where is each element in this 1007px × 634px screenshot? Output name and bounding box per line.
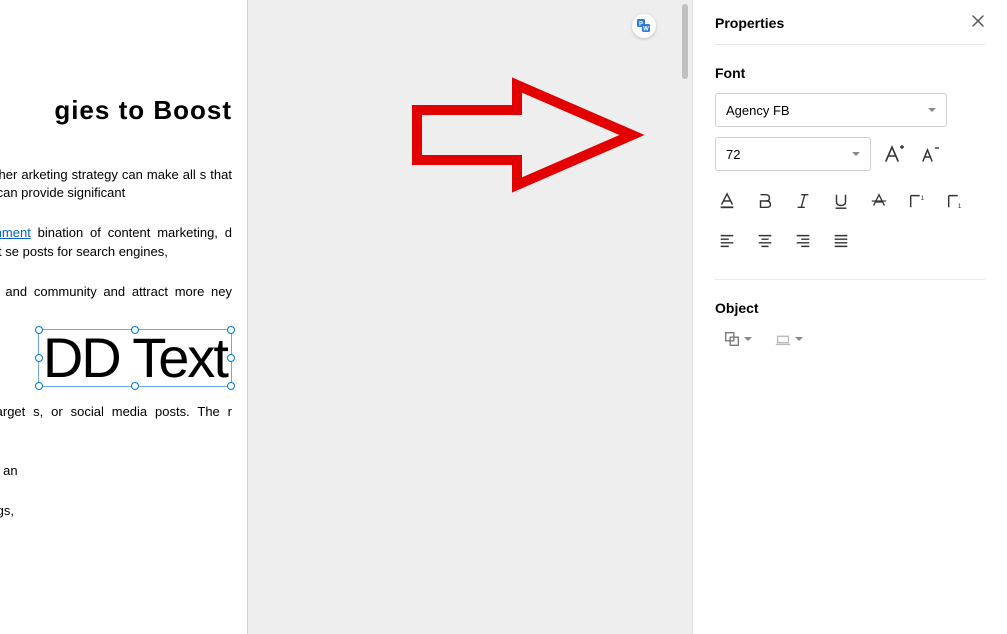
divider: [715, 279, 985, 280]
doc-paragraph: cts and engages your target s, or social…: [0, 403, 232, 439]
document-content: gies to Boost essential for growth. Whet…: [0, 0, 247, 542]
resize-handle-icon[interactable]: [131, 326, 139, 334]
svg-text:W: W: [643, 27, 649, 33]
resize-handle-icon[interactable]: [131, 382, 139, 390]
resize-handle-icon[interactable]: [35, 382, 43, 390]
decrease-font-button[interactable]: [919, 142, 943, 166]
app-badge-icon[interactable]: P W: [632, 14, 656, 38]
superscript-button[interactable]: 1: [905, 189, 929, 213]
resize-handle-icon[interactable]: [35, 326, 43, 334]
chevron-down-icon: [744, 337, 752, 341]
annotation-text[interactable]: DD Text: [43, 326, 227, 389]
canvas-background: P W: [247, 0, 692, 634]
doc-paragraph: dia, sharing their content and community…: [0, 283, 232, 319]
font-section-label: Font: [715, 65, 985, 81]
increase-font-button[interactable]: [883, 142, 907, 166]
chevron-down-icon: [852, 152, 860, 156]
svg-text:1: 1: [921, 195, 925, 202]
subscript-button[interactable]: 1: [943, 189, 967, 213]
doc-paragraph: your search engine rankings,: [0, 502, 232, 520]
align-right-button[interactable]: [791, 229, 815, 253]
svg-text:1: 1: [958, 203, 962, 210]
font-size-value: 72: [726, 147, 740, 162]
document-canvas[interactable]: gies to Boost essential for growth. Whet…: [0, 0, 247, 634]
align-justify-button[interactable]: [829, 229, 853, 253]
object-section-label: Object: [715, 300, 985, 316]
scrollbar-thumb[interactable]: [682, 4, 688, 79]
font-family-value: Agency FB: [726, 103, 790, 118]
resize-handle-icon[interactable]: [35, 354, 43, 362]
strikethrough-button[interactable]: [867, 189, 891, 213]
font-family-select[interactable]: Agency FB: [715, 93, 947, 127]
resize-handle-icon[interactable]: [227, 326, 235, 334]
doc-title-fragment: gies to Boost: [0, 95, 232, 126]
text-annotation-box[interactable]: DD Text: [38, 329, 232, 387]
close-icon[interactable]: [971, 14, 985, 32]
arrange-button[interactable]: [723, 330, 752, 348]
underline-button[interactable]: [829, 189, 853, 213]
resize-handle-icon[interactable]: [227, 382, 235, 390]
doc-paragraph: positions your business as an: [0, 462, 232, 480]
font-color-button[interactable]: [715, 189, 739, 213]
font-size-select[interactable]: 72: [715, 137, 871, 171]
chevron-down-icon: [795, 337, 803, 341]
chevron-down-icon: [928, 108, 936, 112]
doc-paragraph: k at a case study assignment bination of…: [0, 224, 232, 260]
panel-header: Properties: [715, 14, 985, 45]
resize-handle-icon[interactable]: [227, 354, 235, 362]
doc-link[interactable]: case study assignment: [0, 225, 31, 240]
align-left-button[interactable]: [715, 229, 739, 253]
properties-panel: Properties Font Agency FB 72: [692, 0, 1007, 634]
bold-button[interactable]: [753, 189, 777, 213]
italic-button[interactable]: [791, 189, 815, 213]
align-object-button[interactable]: [774, 330, 803, 348]
doc-paragraph: essential for growth. Whether arketing s…: [0, 166, 232, 202]
align-center-button[interactable]: [753, 229, 777, 253]
panel-title: Properties: [715, 15, 784, 31]
arrow-annotation-icon: [407, 75, 647, 195]
